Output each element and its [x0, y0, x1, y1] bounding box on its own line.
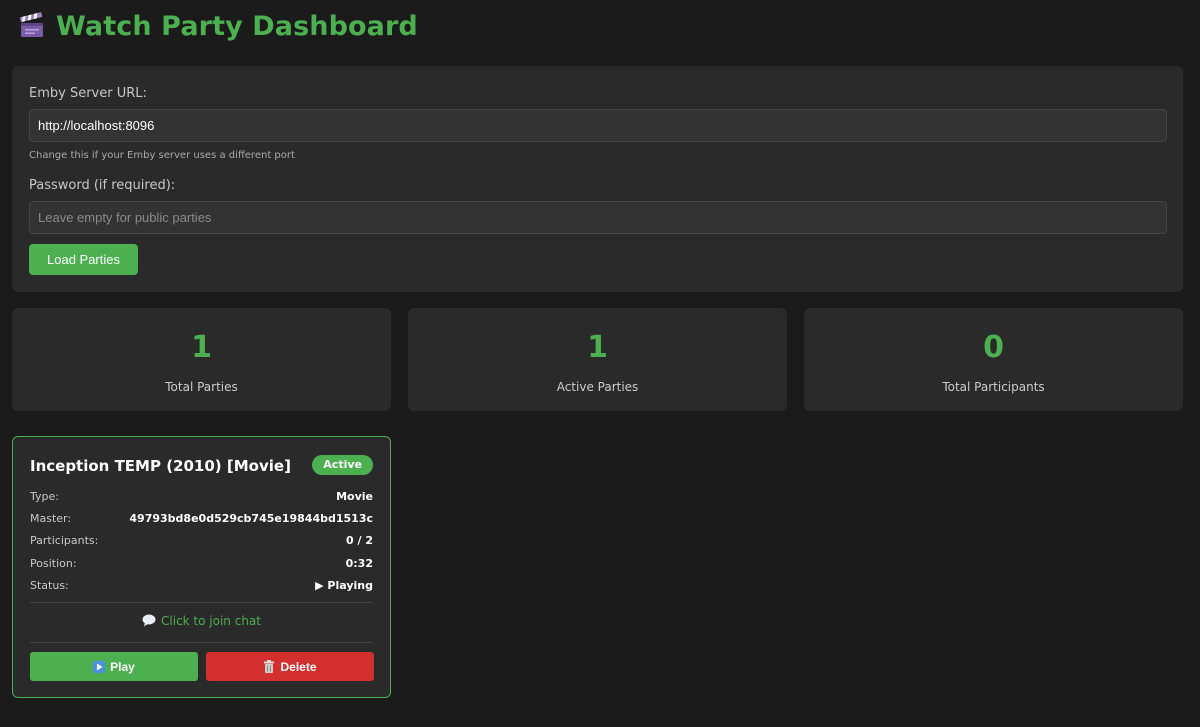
party-master-row: Master: 49793bd8e0d529cb745e19844bd1513c: [30, 512, 373, 530]
party-title: Inception TEMP (2010) [Movie]: [30, 457, 291, 475]
delete-button[interactable]: Delete: [206, 652, 374, 681]
info-value: 0 / 2: [346, 534, 373, 547]
page-header: Watch Party Dashboard: [18, 6, 418, 46]
password-input[interactable]: [29, 201, 1167, 234]
party-participants-row: Participants: 0 / 2: [30, 534, 373, 552]
password-label: Password (if required):: [29, 178, 176, 193]
join-chat-label: Click to join chat: [161, 614, 261, 628]
info-value: Movie: [336, 490, 373, 503]
info-label: Participants:: [30, 534, 99, 547]
info-value: ▶ Playing: [315, 579, 373, 592]
stat-total-participants: 0 Total Participants: [804, 308, 1183, 411]
info-label: Status:: [30, 579, 69, 592]
party-type-row: Type: Movie: [30, 490, 373, 508]
server-url-input[interactable]: [29, 109, 1167, 142]
stat-label: Active Parties: [556, 380, 639, 394]
party-position-row: Position: 0:32: [30, 557, 373, 575]
stat-label: Total Parties: [165, 380, 238, 394]
party-card[interactable]: Inception TEMP (2010) [Movie] Active Typ…: [12, 436, 391, 698]
stat-value: 1: [191, 330, 212, 365]
info-label: Master:: [30, 512, 72, 525]
speech-bubble-icon: [142, 614, 156, 627]
divider: [30, 642, 373, 643]
divider: [30, 602, 373, 603]
party-status-row: Status: ▶ Playing: [30, 579, 373, 597]
clapperboard-icon: [18, 12, 46, 40]
info-label: Type:: [30, 490, 59, 503]
stat-label: Total Participants: [942, 380, 1045, 394]
stat-value: 0: [983, 330, 1004, 365]
server-config-panel: Emby Server URL: Change this if your Emb…: [12, 66, 1183, 292]
server-url-label: Emby Server URL:: [29, 86, 147, 101]
stat-active-parties: 1 Active Parties: [408, 308, 787, 411]
info-value: 49793bd8e0d529cb745e19844bd1513c: [129, 512, 373, 525]
stat-total-parties: 1 Total Parties: [12, 308, 391, 411]
play-label: Play: [110, 659, 135, 674]
trash-icon: [264, 660, 275, 673]
info-label: Position:: [30, 557, 77, 570]
page-title: Watch Party Dashboard: [56, 10, 418, 42]
status-badge: Active: [312, 455, 373, 475]
stat-value: 1: [587, 330, 608, 365]
delete-label: Delete: [280, 659, 317, 674]
play-button[interactable]: Play: [30, 652, 198, 681]
join-chat-link[interactable]: Click to join chat: [13, 614, 390, 628]
info-value: 0:32: [345, 557, 373, 570]
server-url-help: Change this if your Emby server uses a d…: [29, 150, 295, 161]
play-icon: [93, 660, 106, 673]
load-parties-button[interactable]: Load Parties: [29, 244, 138, 275]
